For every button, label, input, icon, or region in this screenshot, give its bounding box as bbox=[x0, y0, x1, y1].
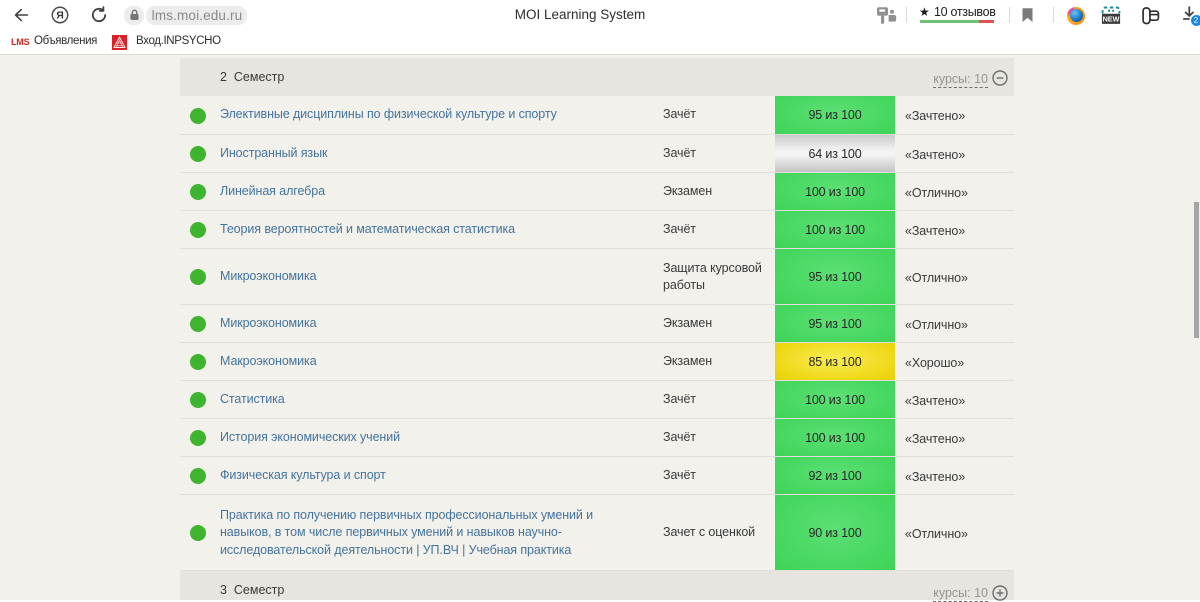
svg-text:NEW: NEW bbox=[1103, 14, 1120, 23]
svg-text:Я: Я bbox=[56, 10, 64, 22]
